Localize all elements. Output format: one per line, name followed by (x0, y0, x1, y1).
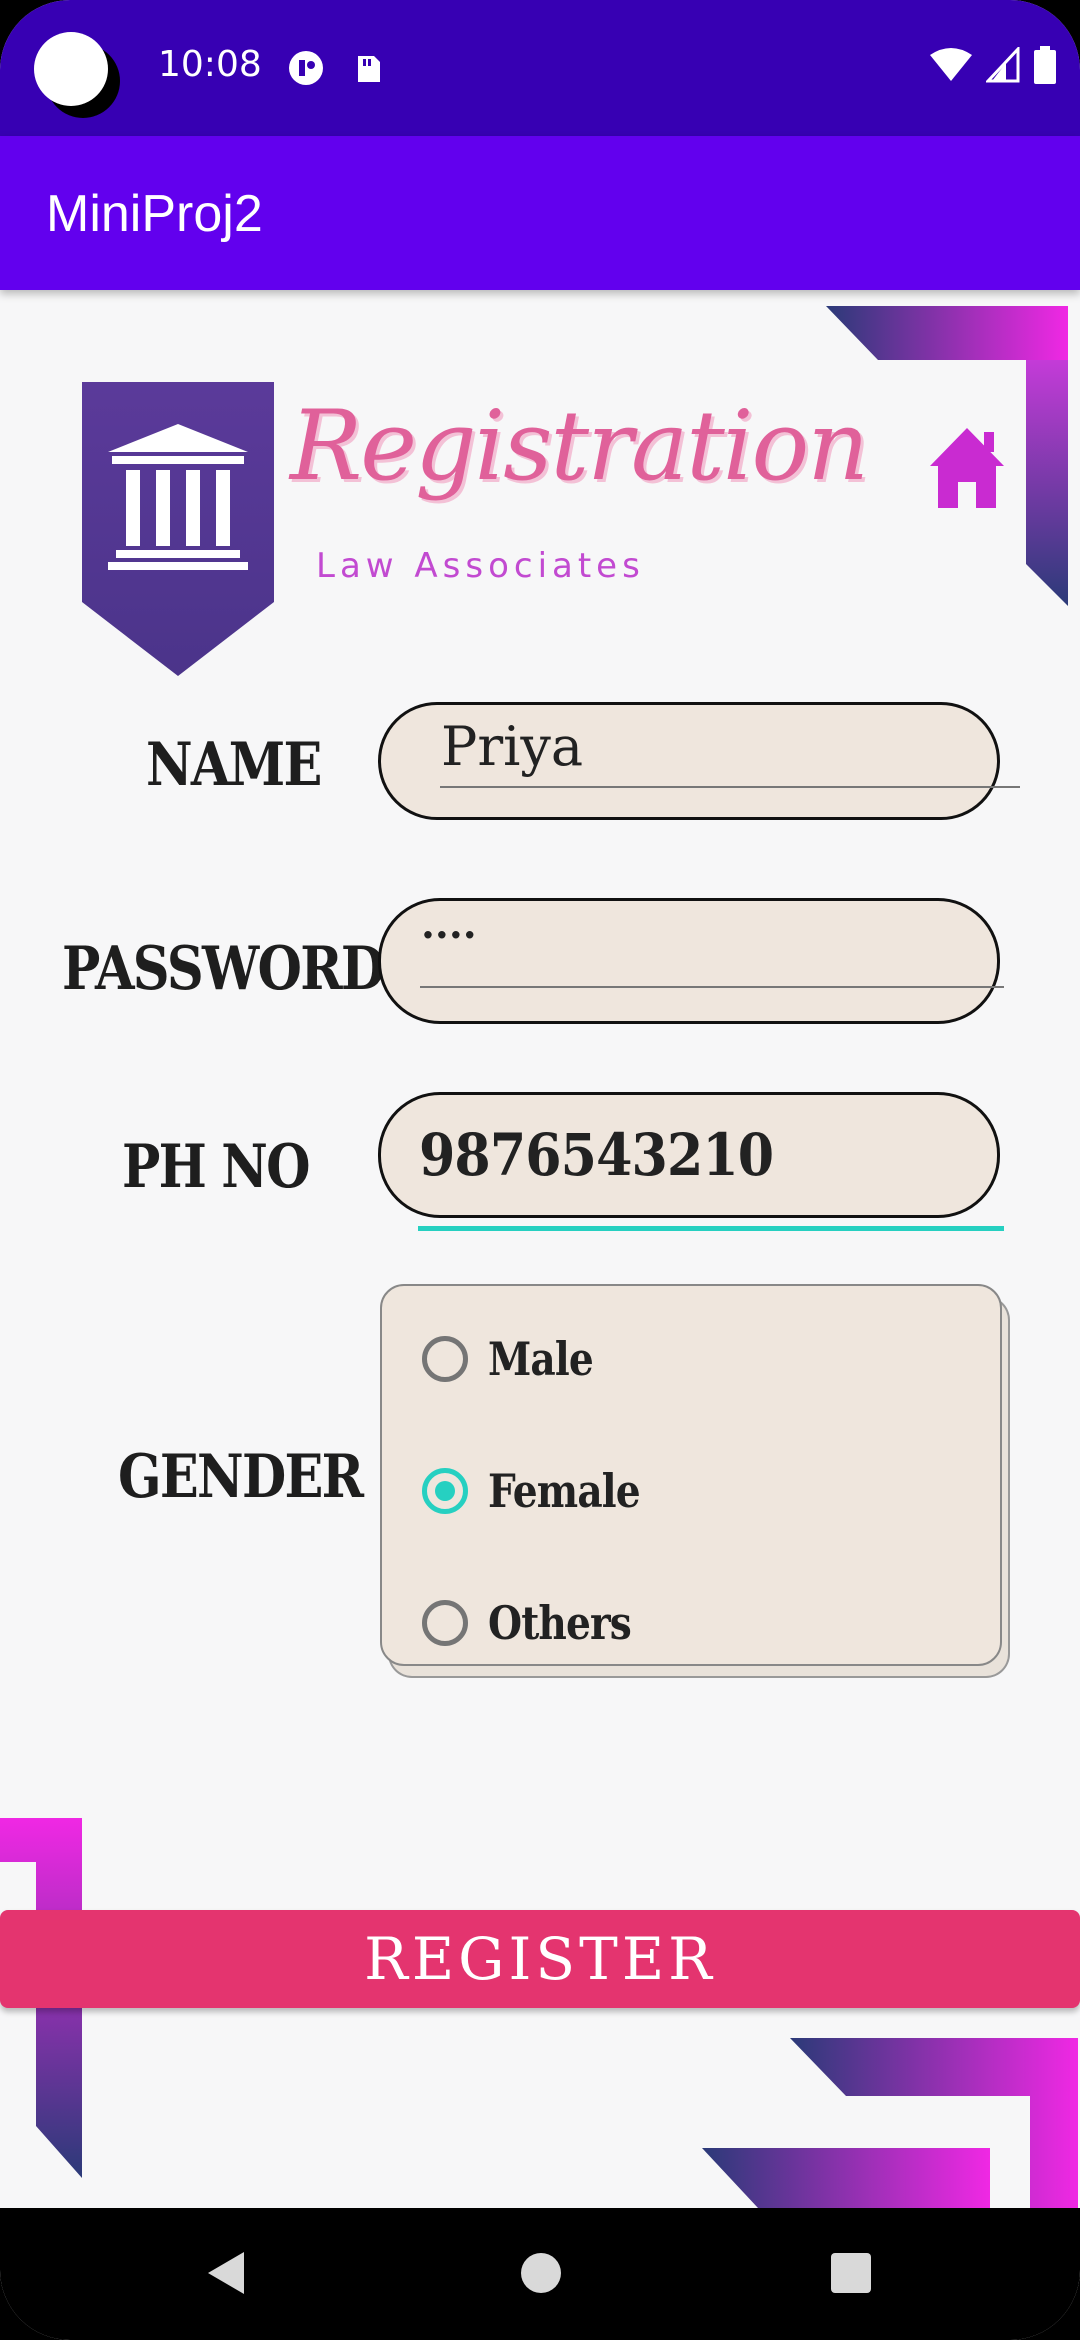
app-bar: MiniProj2 (0, 136, 1080, 290)
bottom-right-corner-decoration (702, 2038, 1078, 2208)
status-time: 10:08 (158, 44, 262, 85)
navigation-bar (0, 2208, 1080, 2340)
wifi-icon (930, 48, 972, 81)
password-field[interactable]: .... (378, 898, 1000, 1024)
phone-label: PH NO (122, 1132, 311, 1202)
name-underline (440, 786, 1020, 788)
gender-label: GENDER (118, 1442, 364, 1512)
camera-cutout (34, 32, 108, 106)
phone-underline-focused (418, 1226, 1004, 1231)
phone-screen: 10:08 MiniProj2 Registration Law Associa… (0, 0, 1080, 2340)
sd-card-icon (358, 56, 380, 82)
radio-female-label: Female (488, 1464, 641, 1518)
password-value: .... (421, 901, 477, 948)
registration-subtitle: Law Associates (316, 546, 645, 586)
radio-female-button[interactable] (422, 1468, 468, 1514)
registration-form-area: Registration Law Associates NAME Priya P… (0, 290, 1080, 2208)
home-icon[interactable] (928, 426, 1006, 508)
back-icon[interactable] (204, 2248, 248, 2298)
password-label: PASSWORD (62, 934, 385, 1004)
phone-value: 9876543210 (419, 1121, 774, 1189)
radio-male-label: Male (488, 1332, 594, 1386)
password-underline (420, 986, 1004, 988)
gender-radio-group: Male Female Others (380, 1284, 1002, 1666)
radio-male-button[interactable] (422, 1336, 468, 1382)
radio-female[interactable]: Female (422, 1464, 667, 1518)
app-title: MiniProj2 (46, 185, 263, 243)
radio-others[interactable]: Others (422, 1596, 656, 1650)
status-bar: 10:08 (0, 0, 1080, 136)
radio-male[interactable]: Male (422, 1332, 611, 1386)
register-button[interactable]: REGISTER (0, 1910, 1080, 2008)
courthouse-icon (82, 382, 274, 676)
signal-icon (986, 47, 1020, 83)
status-right-icons (930, 46, 1056, 84)
phone-field[interactable]: 9876543210 (378, 1092, 1000, 1218)
radio-others-button[interactable] (422, 1600, 468, 1646)
recents-icon[interactable] (830, 2248, 872, 2298)
registration-title: Registration (290, 390, 869, 502)
battery-icon (1034, 46, 1056, 84)
name-field[interactable]: Priya (378, 702, 1000, 820)
home-circle-icon[interactable] (520, 2248, 562, 2298)
name-label: NAME (146, 730, 322, 800)
name-value: Priya (441, 715, 584, 778)
radio-others-label: Others (488, 1596, 632, 1650)
data-saver-icon (289, 51, 323, 85)
